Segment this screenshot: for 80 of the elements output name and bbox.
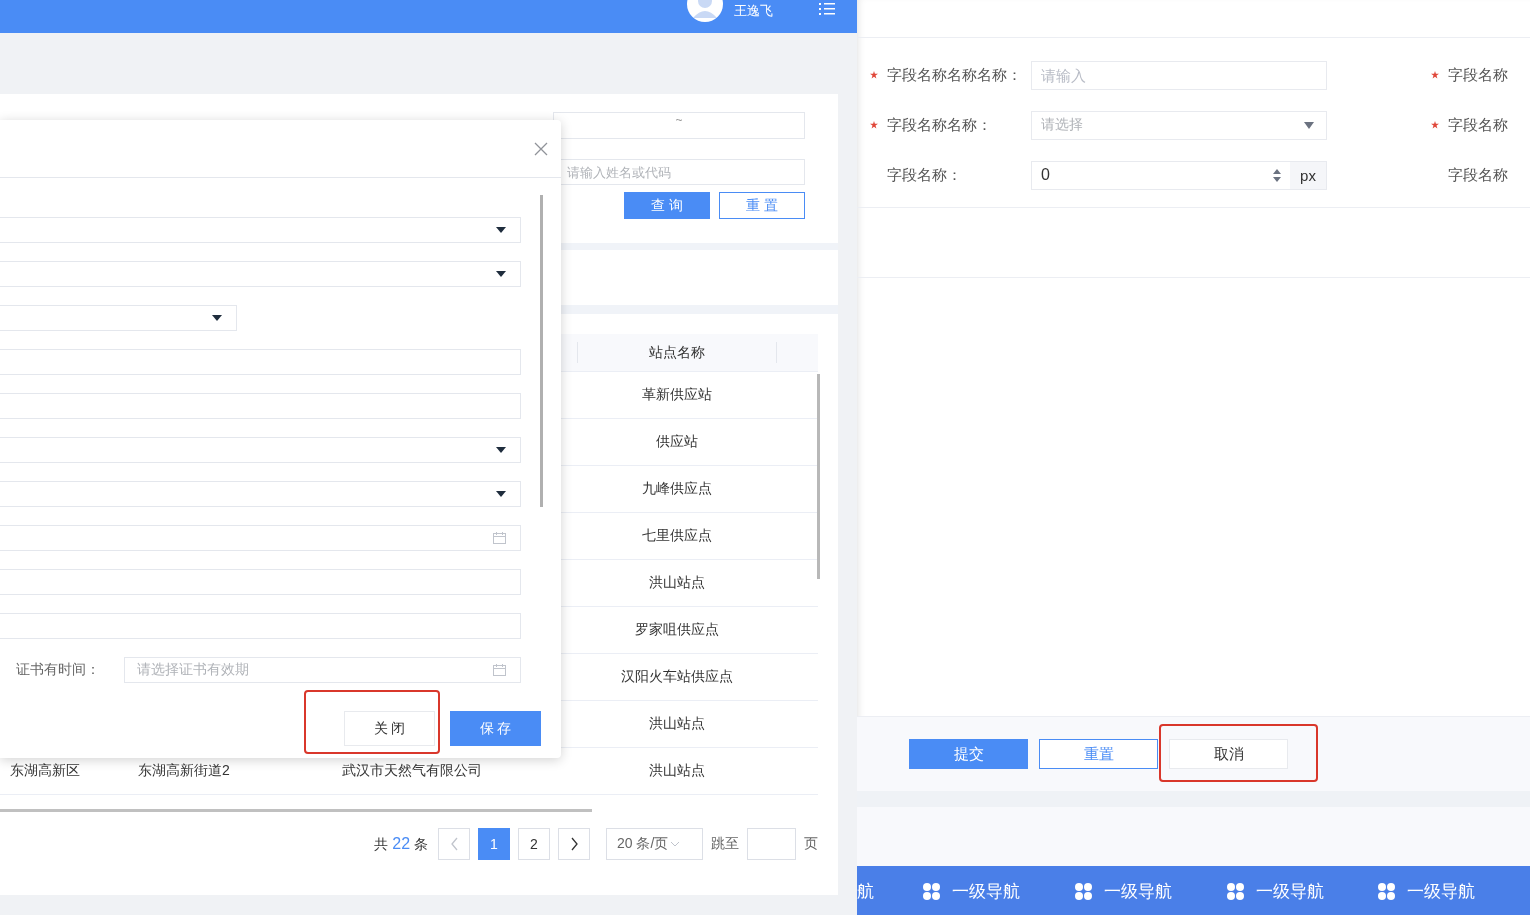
caret-icon [1304,121,1314,129]
field-label: 字段名称名称： [887,115,993,135]
input-field[interactable] [0,569,521,595]
name-code-field[interactable]: 请输入姓名或代码 [560,159,805,185]
select-field[interactable] [0,217,521,243]
table-cell-text: 供应站 [655,432,699,451]
table-cell-text: 九峰供应点 [641,479,713,498]
table-cell-text: 东湖高新街道2 [138,762,231,780]
input-field[interactable] [0,613,521,639]
previous-page-button[interactable] [438,828,470,860]
total-count: 共 22 条 [374,834,428,854]
table-cell-text: 洪山站点 [648,761,706,780]
select-field[interactable] [0,437,521,463]
table-cell-text: 罗家咀供应点 [634,620,720,639]
field-value: 0 [1041,166,1051,184]
select-field[interactable]: 请选择 [1031,110,1327,140]
field-label: 证书有时间： [15,661,101,679]
caret-icon [496,447,506,453]
page-size-select[interactable]: 20 条/页 [606,828,703,860]
date-field[interactable]: 请选择证书有效期 [124,657,521,683]
field-label: 字段名称 [1448,65,1509,85]
page-size-value: 20 条/页 [617,835,669,853]
field-label: 字段名称： [887,165,963,185]
input-field[interactable]: 请输入 [1031,60,1327,90]
field-label: 字段名称名称名称： [887,65,1023,85]
calendar-icon [493,664,506,676]
placeholder-text: 请选择证书有效期 [137,661,249,679]
form-button[interactable]: 提交 [909,739,1028,769]
nav-item[interactable]: 一级导航 [1378,879,1530,903]
unit-label: px [1290,161,1326,189]
nav-item[interactable]: 一级导航 [1226,879,1379,903]
select-field[interactable] [0,481,521,507]
nav-item[interactable]: 航 [857,879,924,903]
table-cell: 武汉市天然气有限公司 [342,762,482,780]
chevron-right-icon [570,837,578,851]
date-range-field[interactable]: ~ [553,112,805,139]
caret-icon [496,491,506,497]
dialog-button[interactable]: 关 闭 [344,711,435,746]
table-cell-text: 洪山站点 [648,714,706,733]
close-icon [534,141,548,156]
page-label: 页 [804,835,818,853]
chevron-down-icon [670,841,681,847]
field-label: 字段名称 [1448,115,1509,135]
jump-label: 跳至 [711,835,739,853]
form-button[interactable]: 重置 [1039,739,1158,769]
nav-item[interactable]: 一级导航 [1075,879,1227,903]
menu-icon [819,2,835,15]
scrollbar-thumb[interactable] [540,195,543,507]
table-cell-text: 七里供应点 [641,526,713,545]
number-field[interactable]: 0 px [1031,160,1327,190]
dialog-button[interactable]: 保 存 [450,711,541,746]
page-input[interactable] [747,828,796,860]
chevron-left-icon [450,837,458,851]
nav-item[interactable]: 一级导航 [923,879,1076,903]
page-button[interactable]: 1 [478,828,510,860]
caret-icon [496,227,506,233]
user-name: 王逸飞 [734,2,773,20]
table-cell-text: 洪山站点 [648,573,706,592]
input-field[interactable] [0,393,521,419]
table-cell-text: 东湖高新区 [9,762,81,780]
stepper-icon [1273,168,1281,182]
form-button[interactable]: 取消 [1169,739,1288,769]
placeholder-text: 请选择 [1041,116,1083,134]
select-field[interactable] [0,305,237,331]
field-label: 字段名称 [1448,165,1509,185]
next-page-button[interactable] [558,828,590,860]
table-cell-text: 革新供应站 [641,385,713,404]
page-button[interactable]: 2 [518,828,550,860]
calendar-icon [493,532,506,544]
column-header: 站点名称 [577,342,777,363]
table-cell-text: 汉阳火车站供应点 [620,667,734,686]
caret-icon [496,271,506,277]
filter-button[interactable]: 重 置 [719,192,805,219]
scrollbar-thumb[interactable] [817,374,820,579]
date-field[interactable] [0,525,521,551]
select-field[interactable] [0,261,521,287]
filter-button[interactable]: 查 询 [624,192,710,219]
scrollbar-thumb[interactable] [0,809,592,812]
range-separator: ~ [675,113,683,127]
input-field[interactable] [0,349,521,375]
